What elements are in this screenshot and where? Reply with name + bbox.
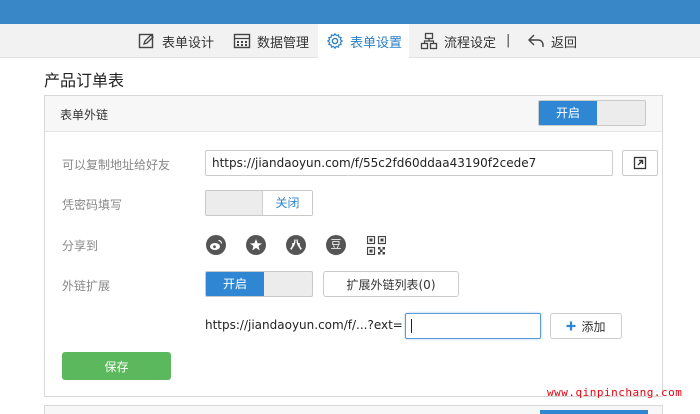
tab-form-settings-label: 表单设置 bbox=[350, 35, 403, 51]
renren-icon[interactable] bbox=[286, 235, 306, 255]
nav-separator: | bbox=[506, 33, 511, 48]
save-button[interactable]: 保存 bbox=[62, 352, 171, 380]
qrcode-icon[interactable] bbox=[366, 235, 386, 255]
ext-url-prefix: https://jiandaoyun.com/f/...?ext= bbox=[205, 318, 403, 332]
back-button-label: 返回 bbox=[551, 35, 578, 51]
add-button[interactable]: 添加 bbox=[550, 313, 622, 339]
open-link-button[interactable] bbox=[622, 150, 658, 176]
password-toggle[interactable]: 关闭 bbox=[205, 190, 313, 216]
flowchart-icon bbox=[420, 32, 438, 50]
external-link-icon bbox=[633, 156, 647, 170]
plus-icon bbox=[566, 321, 576, 331]
password-toggle-off: 关闭 bbox=[262, 191, 312, 215]
tab-workflow[interactable]: 流程设定 bbox=[420, 24, 496, 58]
back-arrow-icon bbox=[527, 32, 545, 50]
text-caret bbox=[411, 319, 412, 333]
next-panel-toggle-edge bbox=[540, 410, 648, 414]
weibo-icon[interactable] bbox=[206, 235, 226, 255]
douban-icon[interactable]: 豆 bbox=[326, 235, 346, 255]
add-button-label: 添加 bbox=[581, 319, 606, 334]
copy-url-label: 可以复制地址给好友 bbox=[62, 158, 171, 172]
table-icon bbox=[233, 32, 251, 50]
gear-icon bbox=[326, 32, 344, 50]
share-label: 分享到 bbox=[62, 239, 99, 253]
ext-label: 外链扩展 bbox=[62, 279, 111, 293]
ext-toggle-on: 开启 bbox=[206, 272, 264, 296]
top-bar bbox=[0, 0, 700, 24]
nav-bar: 表单设计 数据管理 表单设置 流程设定 | 返回 bbox=[0, 24, 700, 58]
tab-workflow-label: 流程设定 bbox=[444, 35, 497, 51]
tab-data-manage-label: 数据管理 bbox=[257, 35, 310, 51]
form-link-toggle-on: 开启 bbox=[539, 101, 597, 125]
tab-form-settings[interactable]: 表单设置 bbox=[318, 24, 409, 58]
share-url-field[interactable]: https://jiandaoyun.com/f/55c2fd60ddaa431… bbox=[205, 150, 613, 176]
back-button[interactable]: 返回 bbox=[527, 24, 577, 58]
ext-toggle[interactable]: 开启 bbox=[205, 271, 313, 297]
page-title: 产品订单表 bbox=[44, 71, 125, 90]
ext-param-input[interactable] bbox=[405, 313, 541, 339]
ext-list-button[interactable]: 扩展外链列表(0) bbox=[323, 271, 459, 297]
password-label: 凭密码填写 bbox=[62, 198, 123, 212]
tab-data-manage[interactable]: 数据管理 bbox=[233, 24, 309, 58]
panel-title: 表单外链 bbox=[60, 108, 109, 122]
star-icon[interactable] bbox=[246, 235, 266, 255]
form-link-toggle[interactable]: 开启 bbox=[538, 100, 646, 126]
edit-icon bbox=[138, 32, 156, 50]
tab-form-design-label: 表单设计 bbox=[162, 35, 215, 51]
watermark: www.qinpinchang.com bbox=[547, 386, 683, 399]
tab-form-design[interactable]: 表单设计 bbox=[138, 24, 214, 58]
douban-glyph: 豆 bbox=[326, 235, 346, 255]
